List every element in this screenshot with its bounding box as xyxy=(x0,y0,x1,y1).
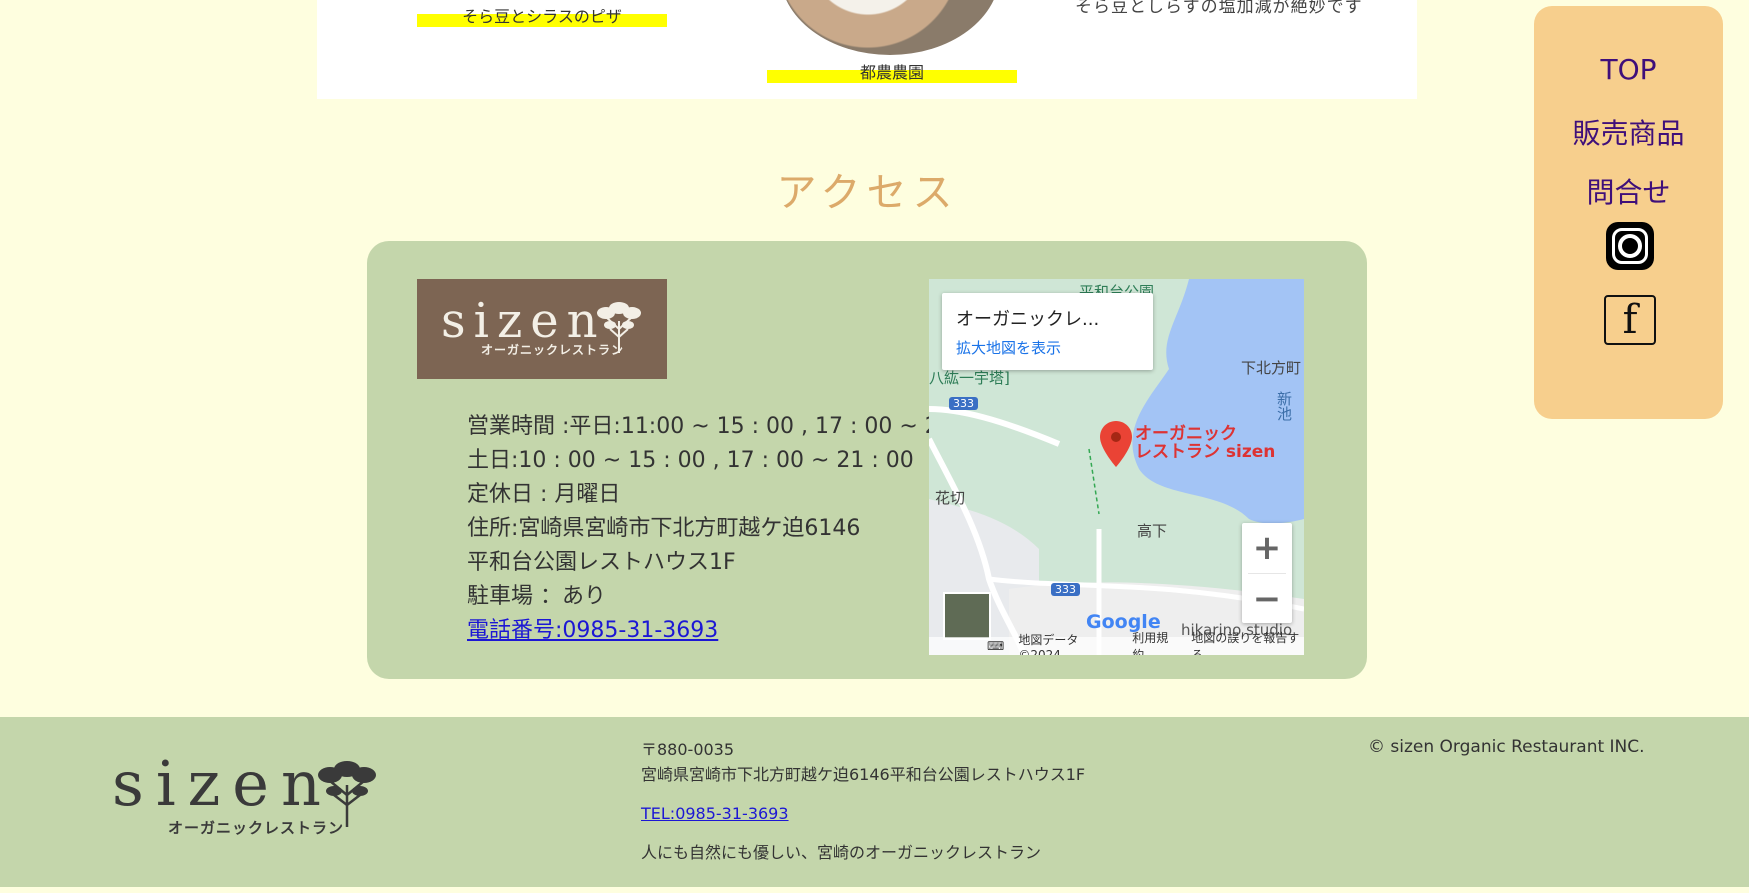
nav-top-link[interactable]: TOP xyxy=(1534,53,1723,86)
farm-caption: 都農農園 xyxy=(767,65,1017,83)
restaurant-logo: sizen オーガニックレストラン xyxy=(417,279,667,379)
instagram-icon[interactable] xyxy=(1606,222,1654,270)
map-label-tower: 八紘一宇塔] xyxy=(929,369,1010,387)
pizza-description: そら豆としらすの塩加減が絶妙です xyxy=(1075,0,1363,17)
route-badge: 333 xyxy=(949,397,978,410)
route-badge: 333 xyxy=(1051,583,1080,596)
zoom-controls: + − xyxy=(1242,523,1292,623)
facebook-icon[interactable]: f xyxy=(1604,295,1656,345)
report-error-link[interactable]: 地図の誤りを報告する xyxy=(1191,629,1304,655)
hours-weekday: 営業時間 :平日:11:00 ~ 15 : 00 , 17 : 00 ~ 21 … xyxy=(467,414,1003,439)
map-label-shimokita: 下北方町 xyxy=(1241,359,1302,377)
logo-word: sizen xyxy=(441,293,606,349)
phone-link[interactable]: 電話番号:0985-31-3693 xyxy=(467,618,718,643)
nav-contact-link[interactable]: 問合せ xyxy=(1534,171,1723,211)
tree-icon xyxy=(318,761,376,827)
pizza-caption: そら豆とシラスのピザ xyxy=(417,9,667,27)
map-label-takashita: 高下 xyxy=(1137,522,1168,540)
footer: sizen オーガニックレストラン 〒880-0035 宮崎県宮崎市下北方町越ケ… xyxy=(0,717,1749,887)
satellite-toggle[interactable] xyxy=(943,592,991,640)
pin-label-line1: オーガニック xyxy=(1135,424,1237,444)
side-nav: TOP 販売商品 問合せ f xyxy=(1534,6,1723,419)
pizza-caption-text: そら豆とシラスのピザ xyxy=(462,7,622,26)
location-pin-icon[interactable] xyxy=(1099,421,1133,469)
closed-day: 定休日 : 月曜日 xyxy=(467,482,621,507)
footer-address-block: 〒880-0035 宮崎県宮崎市下北方町越ケ迫6146平和台公園レストハウス1F… xyxy=(641,737,1085,865)
pin-label: オーガニック レストラン sizen xyxy=(1135,425,1275,461)
enlarge-map-link[interactable]: 拡大地図を表示 xyxy=(956,337,1061,358)
instagram-lens xyxy=(1618,234,1642,258)
business-info: 営業時間 :平日:11:00 ~ 15 : 00 , 17 : 00 ~ 21 … xyxy=(467,410,1002,648)
address: 住所:宮崎県宮崎市下北方町越ケ迫6146 xyxy=(467,516,861,541)
keyboard-icon[interactable]: ⌨ xyxy=(987,639,1004,653)
map-data-text: 地図データ ©2024 xyxy=(1018,632,1079,656)
popup-title: オーガニックレ... xyxy=(956,309,1100,330)
map-info-popup: オーガニックレ... 拡大地図を表示 xyxy=(942,293,1153,370)
hours-weekend: 土日:10 : 00 ~ 15 : 00 , 17 : 00 ~ 21 : 00 xyxy=(467,448,914,473)
zoom-out-button[interactable]: − xyxy=(1242,574,1292,624)
parking: 駐車場 ：あり xyxy=(467,584,606,609)
footer-tagline: 人にも自然にも優しい、宮崎のオーガニックレストラン xyxy=(641,843,1042,862)
footer-tel-link[interactable]: TEL:0985-31-3693 xyxy=(641,804,789,823)
footer-logo-word: sizen xyxy=(112,747,333,820)
footer-copyright: © sizen Organic Restaurant INC. xyxy=(1368,737,1645,757)
zoom-in-button[interactable]: + xyxy=(1242,523,1292,573)
tree-icon xyxy=(597,302,641,353)
terms-link[interactable]: 利用規約 xyxy=(1132,629,1177,655)
nav-products-link[interactable]: 販売商品 xyxy=(1534,112,1723,152)
map-footer: ⌨ 地図データ ©2024 利用規約 地図の誤りを報告する xyxy=(929,631,1304,655)
farm-caption-text: 都農農園 xyxy=(859,63,924,82)
building: 平和台公園レストハウス1F xyxy=(467,550,736,575)
google-map[interactable]: 平和台公園 八紘一宇塔] 下北方町 新池 花切 高下 333 333 hikar… xyxy=(929,279,1304,655)
map-label-hanakiri: 花切 xyxy=(935,489,966,507)
map-label-shinike: 新池 xyxy=(1275,391,1293,421)
footer-address: 宮崎県宮崎市下北方町越ケ迫6146平和台公園レストハウス1F xyxy=(641,765,1086,784)
pin-label-line2: レストラン sizen xyxy=(1135,442,1276,462)
footer-zip: 〒880-0035 xyxy=(641,740,735,759)
access-heading: アクセス xyxy=(776,170,959,216)
